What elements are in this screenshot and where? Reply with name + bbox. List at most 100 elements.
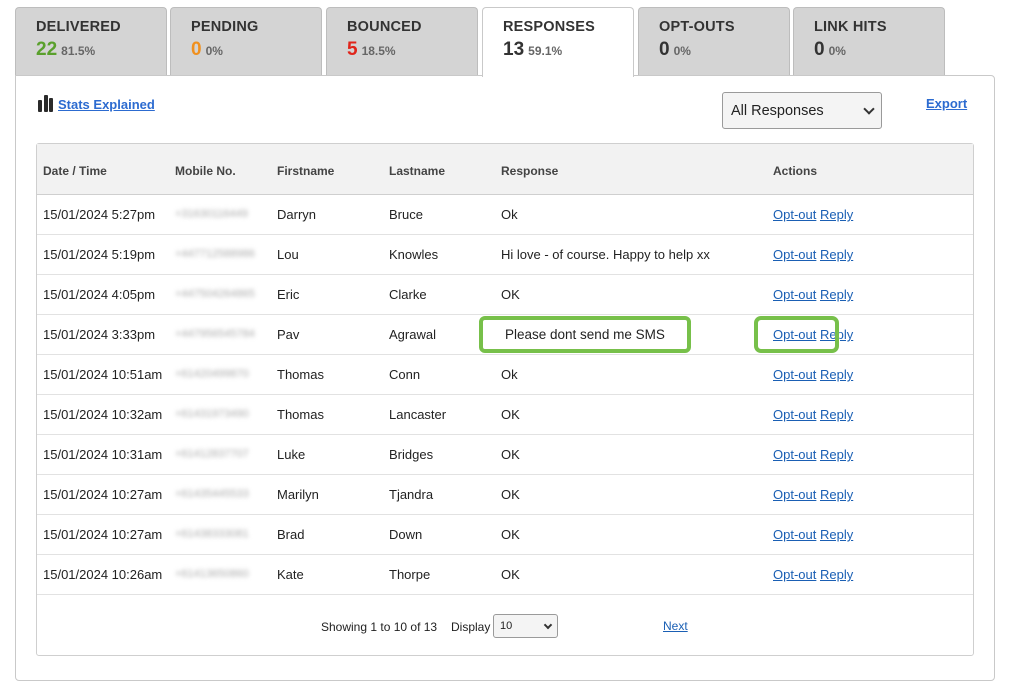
cell-lastname: Bridges (389, 447, 434, 462)
page-size-select[interactable]: 10 (493, 614, 558, 638)
tab-percent: 0% (673, 44, 691, 58)
display-label: Display (451, 620, 491, 634)
tab-label: DELIVERED (36, 19, 121, 35)
table-row-highlighted: 15/01/2024 3:33pm +447956545784 Pav Agra… (37, 315, 973, 355)
cell-date: 15/01/2024 10:32am (43, 407, 163, 422)
cell-lastname: Conn (389, 367, 421, 382)
cell-date: 15/01/2024 10:26am (43, 567, 163, 582)
cell-response: OK (501, 487, 520, 502)
tab-pending[interactable]: PENDING 0 0% (170, 7, 322, 76)
reply-link[interactable]: Reply (820, 207, 853, 222)
opt-out-link[interactable]: Opt-out (773, 327, 816, 342)
tab-label: LINK HITS (814, 19, 887, 35)
header-response[interactable]: Response (501, 164, 558, 178)
cell-actions: Opt-out Reply (773, 487, 853, 502)
cell-date: 15/01/2024 4:05pm (43, 287, 156, 302)
tab-delivered[interactable]: DELIVERED 22 81.5% (15, 7, 167, 76)
page-size-value: 10 (500, 620, 513, 632)
opt-out-link[interactable]: Opt-out (773, 567, 816, 582)
opt-out-link[interactable]: Opt-out (773, 287, 816, 302)
tab-opt-outs[interactable]: OPT-OUTS 0 0% (638, 7, 790, 76)
cell-firstname: Thomas (277, 367, 324, 382)
reply-link[interactable]: Reply (820, 527, 853, 542)
cell-response: OK (501, 407, 520, 422)
cell-lastname: Tjandra (389, 487, 434, 502)
reply-link[interactable]: Reply (820, 447, 853, 462)
cell-mobile: +61431973490 (175, 408, 249, 420)
table-header: Date / Time Mobile No. Firstname Lastnam… (37, 144, 973, 195)
header-firstname[interactable]: Firstname (277, 164, 334, 178)
tab-percent: 18.5% (361, 44, 396, 58)
stats-explained-link[interactable]: Stats Explained (58, 97, 155, 112)
tab-label: PENDING (191, 19, 259, 35)
tab-percent: 59.1% (528, 44, 563, 58)
response-filter-value: All Responses (731, 102, 824, 119)
cell-lastname: Knowles (389, 247, 439, 262)
tab-percent: 81.5% (61, 44, 96, 58)
tab-count: 0 (191, 39, 202, 60)
cell-lastname: Thorpe (389, 567, 431, 582)
cell-date: 15/01/2024 10:51am (43, 367, 163, 382)
cell-response: Hi love - of course. Happy to help xx (501, 247, 710, 262)
cell-firstname: Kate (277, 567, 304, 582)
cell-actions: Opt-out Reply (773, 367, 853, 382)
reply-link[interactable]: Reply (820, 487, 853, 502)
cell-firstname: Darryn (277, 207, 317, 222)
opt-out-link[interactable]: Opt-out (773, 527, 816, 542)
cell-actions: Opt-out Reply (773, 407, 853, 422)
tab-responses[interactable]: RESPONSES 13 59.1% (482, 7, 634, 77)
cell-firstname: Marilyn (277, 487, 319, 502)
chevron-down-icon (543, 620, 553, 629)
opt-out-link[interactable]: Opt-out (773, 407, 816, 422)
cell-firstname: Luke (277, 447, 306, 462)
reply-link[interactable]: Reply (820, 407, 853, 422)
responses-panel: Stats Explained All Responses Export Dat… (15, 75, 995, 681)
table-row: 15/01/2024 10:51am +61420499870 Thomas C… (37, 355, 973, 395)
tab-label: OPT-OUTS (659, 19, 735, 35)
cell-mobile: +31630116449 (175, 208, 248, 220)
header-mobile[interactable]: Mobile No. (175, 164, 236, 178)
reply-link[interactable]: Reply (820, 367, 853, 382)
responses-table: Date / Time Mobile No. Firstname Lastnam… (36, 143, 974, 656)
cell-mobile: +61420499870 (175, 368, 249, 380)
header-date-time[interactable]: Date / Time (43, 164, 107, 178)
opt-out-link[interactable]: Opt-out (773, 487, 816, 502)
stats-explained: Stats Explained (38, 95, 155, 112)
cell-response: OK (501, 567, 520, 582)
cell-response: OK (501, 287, 520, 302)
cell-date: 15/01/2024 3:33pm (43, 327, 156, 342)
opt-out-link[interactable]: Opt-out (773, 367, 816, 382)
header-actions: Actions (773, 164, 818, 178)
cell-actions: Opt-out Reply (773, 287, 853, 302)
reply-link[interactable]: Reply (820, 567, 853, 582)
next-page-link[interactable]: Next (663, 619, 688, 633)
reply-link[interactable]: Reply (820, 287, 853, 302)
tab-count: 0 (814, 39, 825, 60)
cell-firstname: Lou (277, 247, 299, 262)
cell-date: 15/01/2024 10:31am (43, 447, 163, 462)
opt-out-link[interactable]: Opt-out (773, 247, 816, 262)
table-row: 15/01/2024 10:27am +61435445533 Marilyn … (37, 475, 973, 515)
cell-firstname: Eric (277, 287, 300, 302)
export-link[interactable]: Export (926, 96, 967, 111)
tab-label: RESPONSES (503, 19, 596, 35)
opt-out-link[interactable]: Opt-out (773, 447, 816, 462)
cell-lastname: Clarke (389, 287, 427, 302)
cell-mobile: +447504264865 (175, 288, 255, 300)
tab-label: BOUNCED (347, 19, 422, 35)
cell-lastname: Lancaster (389, 407, 447, 422)
reply-link[interactable]: Reply (820, 247, 853, 262)
reply-link[interactable]: Reply (820, 327, 853, 342)
cell-response: Ok (501, 207, 518, 222)
response-filter-select[interactable]: All Responses (722, 92, 882, 129)
highlighted-response: Please dont send me SMS (479, 316, 691, 353)
tab-link-hits[interactable]: LINK HITS 0 0% (793, 7, 945, 76)
cell-mobile: +61413650860 (175, 568, 249, 580)
cell-actions: Opt-out Reply (773, 527, 853, 542)
header-lastname[interactable]: Lastname (389, 164, 445, 178)
tab-count: 5 (347, 39, 358, 60)
tab-bounced[interactable]: BOUNCED 5 18.5% (326, 7, 478, 76)
cell-lastname: Agrawal (389, 327, 436, 342)
cell-actions: Opt-out Reply (773, 567, 853, 582)
opt-out-link[interactable]: Opt-out (773, 207, 816, 222)
